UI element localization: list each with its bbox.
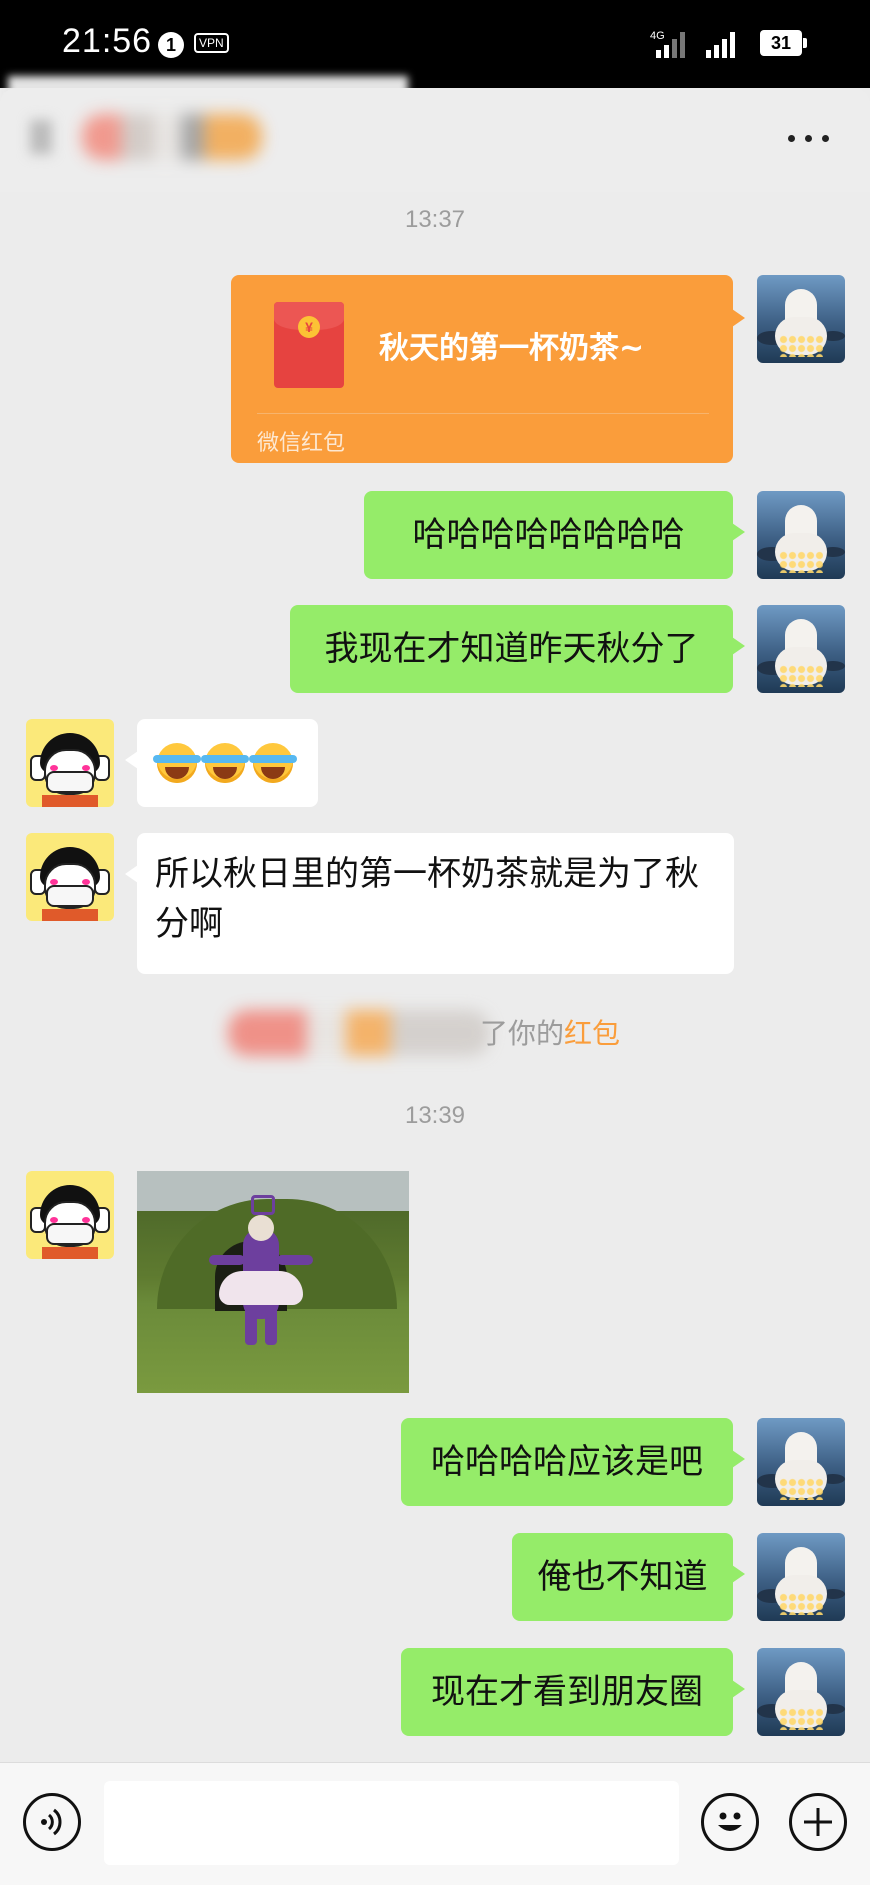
message-bubble-sent[interactable]: 现在才看到朋友圈 bbox=[401, 1648, 745, 1736]
notification-badge: 1 bbox=[158, 32, 184, 58]
message-input[interactable] bbox=[104, 1781, 679, 1865]
timestamp: 13:39 bbox=[404, 1102, 466, 1129]
message-bubble-emoji[interactable] bbox=[125, 719, 318, 807]
sticker-image[interactable] bbox=[137, 1171, 409, 1393]
chat-header bbox=[0, 88, 870, 192]
avatar-contact[interactable] bbox=[26, 719, 114, 807]
chat-title-blurred bbox=[82, 114, 262, 160]
avatar-contact[interactable] bbox=[26, 833, 114, 921]
blurred-name bbox=[228, 1010, 490, 1056]
signal-4g-icon: 4G bbox=[650, 30, 685, 58]
red-packet-label: 微信红包 bbox=[257, 431, 346, 456]
red-packet-link[interactable]: 红包 bbox=[564, 1017, 620, 1050]
red-packet-icon: ¥ bbox=[274, 302, 344, 388]
voice-input-icon[interactable] bbox=[23, 1793, 81, 1851]
system-notice: 了你的红包 bbox=[0, 1010, 870, 1058]
network-label: 4G bbox=[650, 30, 665, 42]
divider bbox=[257, 413, 709, 414]
red-packet-title: 秋天的第一杯奶茶~ bbox=[379, 331, 645, 366]
back-icon[interactable] bbox=[30, 120, 52, 154]
message-bubble-sent[interactable]: 俺也不知道 bbox=[512, 1533, 745, 1621]
facepalm-cry-emoji-icon bbox=[201, 743, 249, 783]
signal-icon bbox=[706, 32, 735, 58]
avatar-self[interactable] bbox=[757, 605, 845, 693]
avatar-self[interactable] bbox=[757, 1533, 845, 1621]
coin-icon: ¥ bbox=[298, 316, 320, 338]
facepalm-cry-emoji-icon bbox=[153, 743, 201, 783]
status-time: 21:56 bbox=[62, 22, 153, 60]
avatar-self[interactable] bbox=[757, 275, 845, 363]
avatar-self[interactable] bbox=[757, 1418, 845, 1506]
message-bubble-sent[interactable]: 哈哈哈哈哈哈哈哈 bbox=[364, 491, 745, 579]
avatar-self[interactable] bbox=[757, 491, 845, 579]
facepalm-cry-emoji-icon bbox=[249, 743, 297, 783]
battery-icon: 31 bbox=[760, 30, 807, 56]
plus-icon[interactable] bbox=[789, 1793, 847, 1851]
input-bar bbox=[0, 1762, 870, 1885]
notice-text: 了你的 bbox=[480, 1017, 565, 1050]
emoji-icon[interactable] bbox=[701, 1793, 759, 1851]
message-bubble-sent[interactable]: 我现在才知道昨天秋分了 bbox=[290, 605, 745, 693]
status-bar: 21:56 1 VPN 4G 31 bbox=[0, 0, 870, 88]
message-bubble-received[interactable]: 所以秋日里的第一杯奶茶就是为了秋分啊 bbox=[125, 833, 734, 974]
timestamp: 13:37 bbox=[404, 206, 466, 233]
vpn-icon: VPN bbox=[194, 33, 229, 53]
message-bubble-sent[interactable]: 哈哈哈哈应该是吧 bbox=[401, 1418, 745, 1506]
more-dots-icon[interactable] bbox=[786, 128, 832, 148]
avatar-self[interactable] bbox=[757, 1648, 845, 1736]
red-packet-message[interactable]: ¥ 秋天的第一杯奶茶~ 微信红包 bbox=[231, 275, 745, 463]
avatar-contact[interactable] bbox=[26, 1171, 114, 1259]
